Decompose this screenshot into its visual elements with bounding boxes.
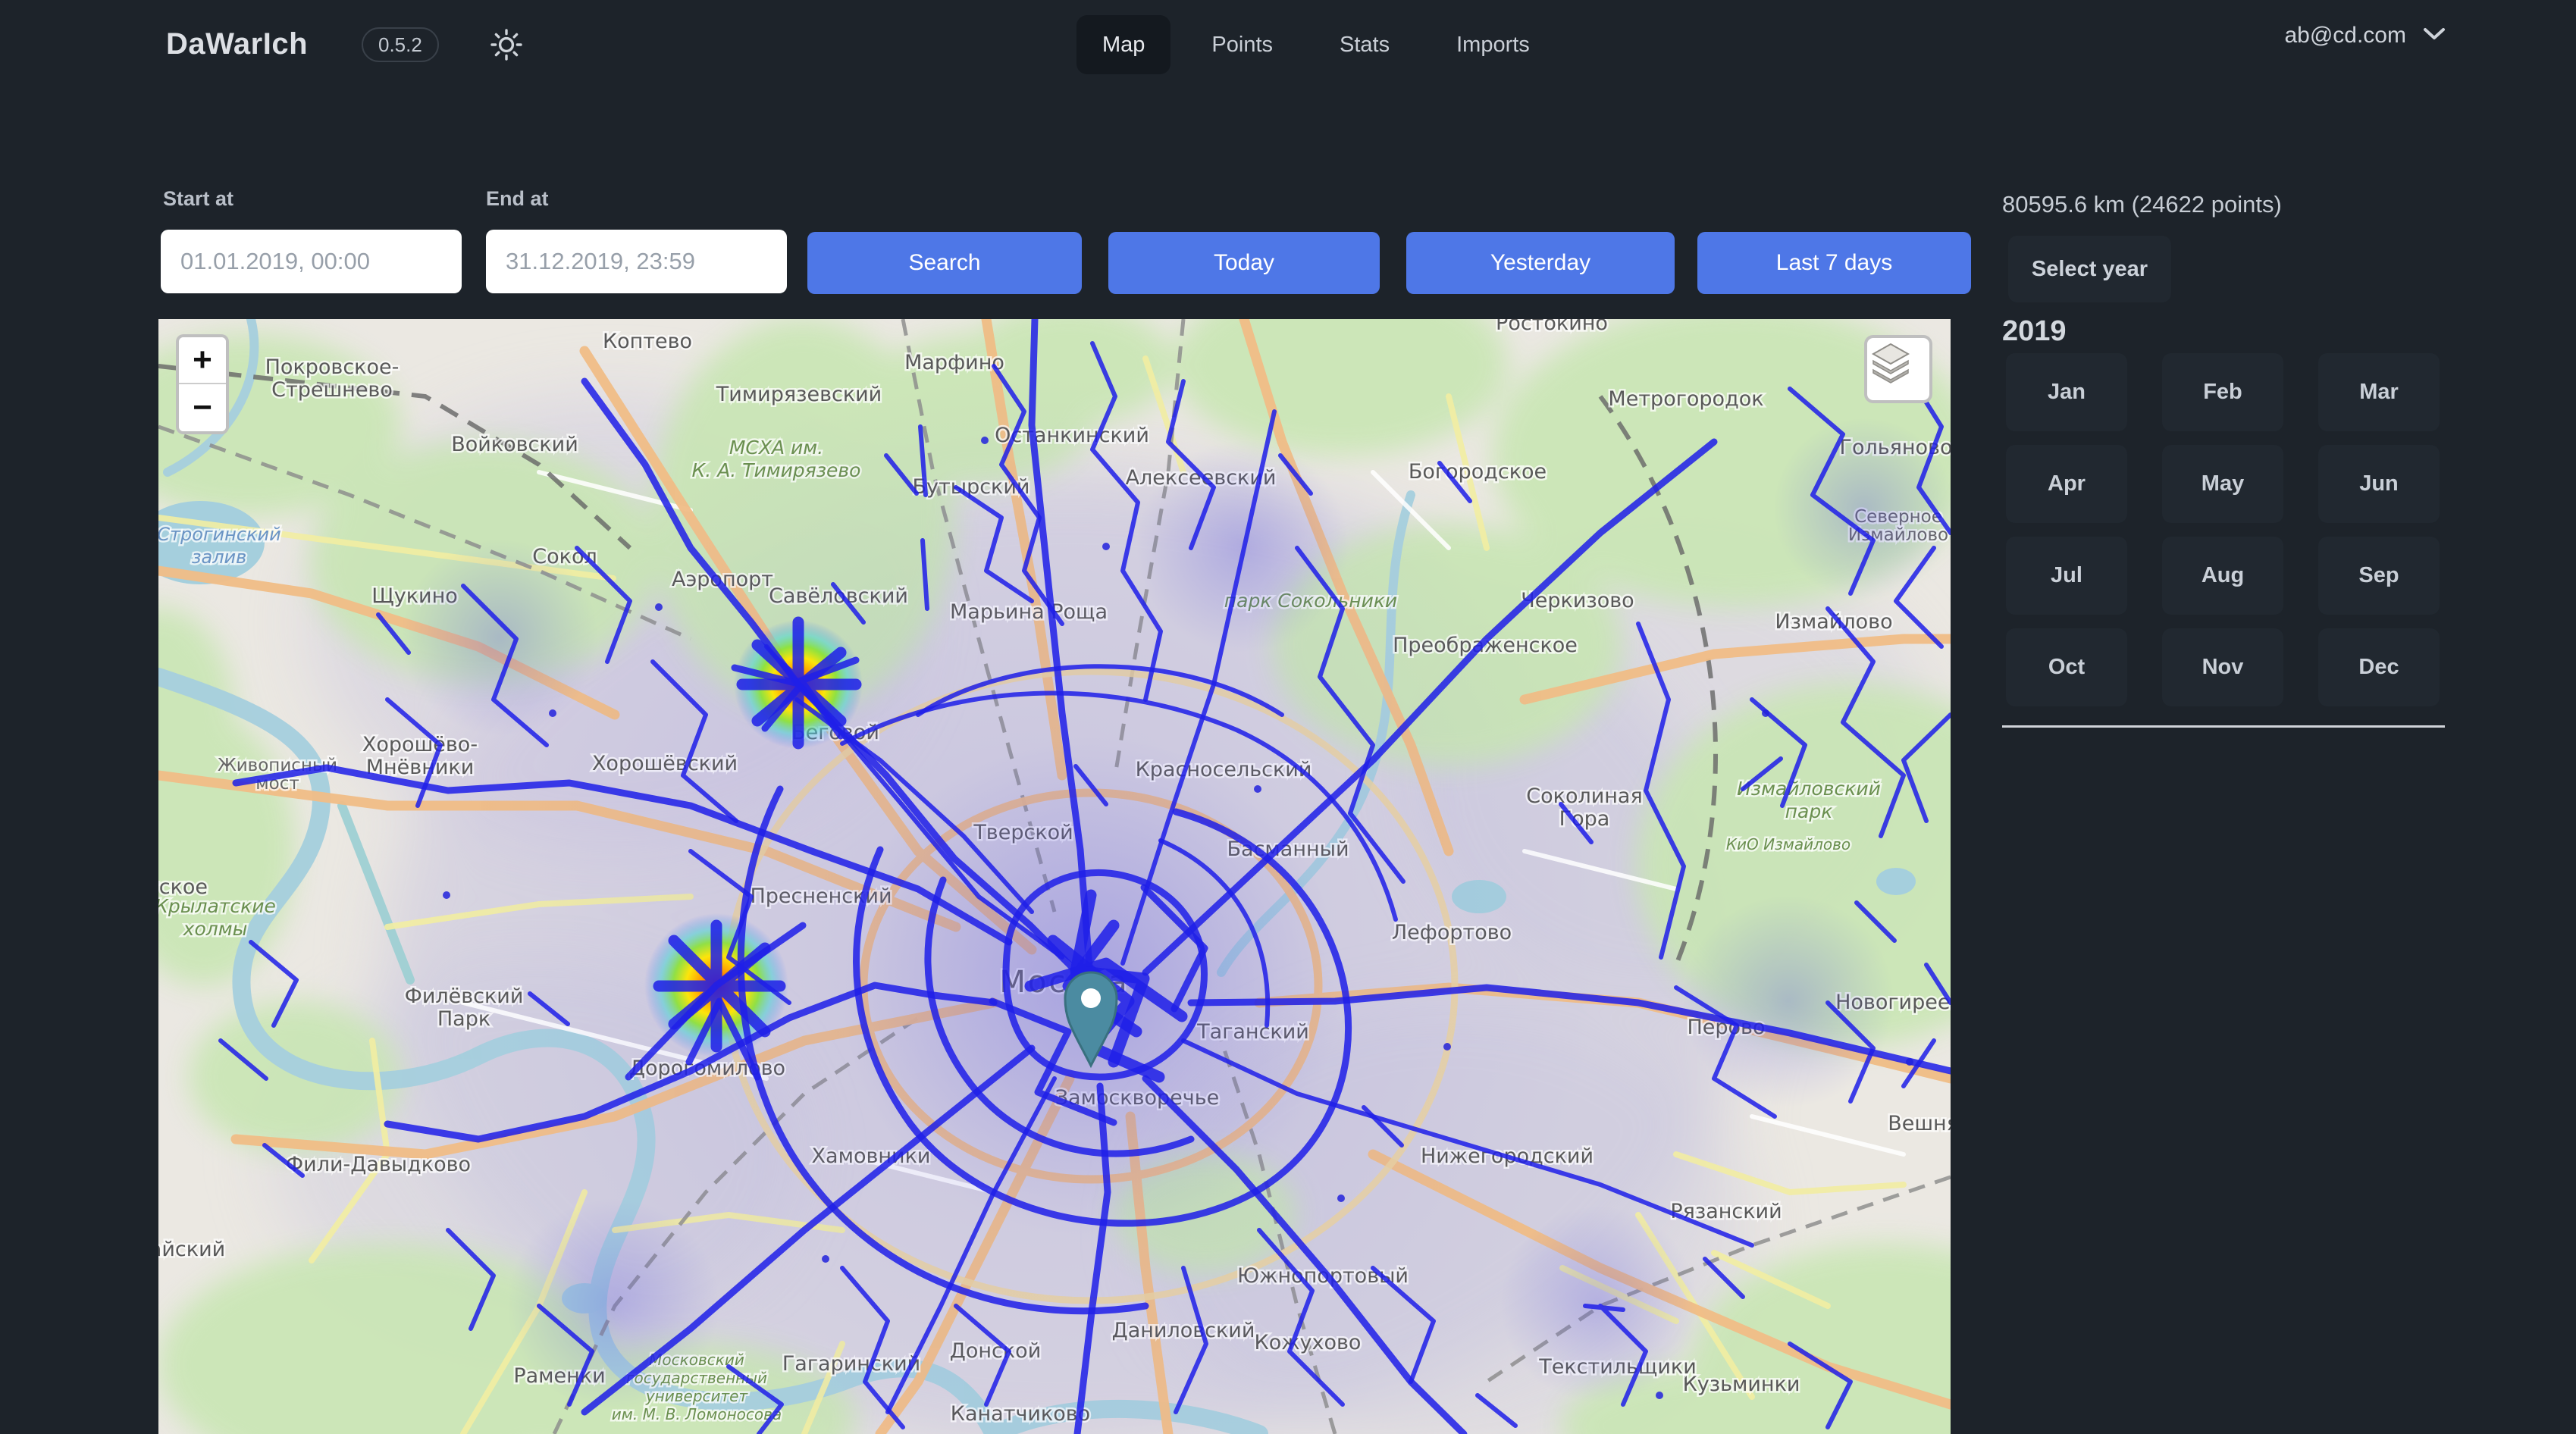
search-button[interactable]: Search [807, 232, 1082, 294]
zoom-out-button[interactable]: − [179, 384, 226, 431]
map-label: Хорошёво-Мнёвники [362, 733, 478, 779]
end-at-label: End at [486, 187, 549, 211]
map-label: Ростокино [1496, 319, 1608, 335]
map-label: Кузьминки [1683, 1373, 1800, 1396]
chevron-down-icon [2423, 27, 2446, 45]
month-button-may[interactable]: May [2162, 445, 2283, 523]
account-menu[interactable]: ab@cd.com [2284, 23, 2446, 49]
panel-divider [2002, 725, 2445, 728]
map-label: Покровское-Стрешнево [265, 355, 400, 402]
tab-map[interactable]: Map [1076, 15, 1170, 74]
start-at-input[interactable] [161, 230, 462, 293]
zoom-control: + − [176, 334, 229, 434]
sun-icon [488, 54, 525, 65]
map-canvas[interactable]: КоптевоПокровское-СтрешневоТимирязевский… [158, 319, 1951, 1434]
month-button-sep[interactable]: Sep [2318, 537, 2440, 615]
month-button-jan[interactable]: Jan [2006, 353, 2127, 431]
select-year-button[interactable]: Select year [2008, 236, 2171, 302]
account-email: ab@cd.com [2284, 23, 2406, 49]
month-button-aug[interactable]: Aug [2162, 537, 2283, 615]
map-label: Богородское [1409, 460, 1547, 484]
map-label: Войковский [451, 433, 578, 456]
map-tiles: КоптевоПокровское-СтрешневоТимирязевский… [158, 319, 1951, 1434]
main-nav: Map Points Stats Imports [1076, 15, 1556, 74]
year-heading: 2019 [2002, 315, 2067, 348]
tab-imports[interactable]: Imports [1431, 15, 1556, 74]
distance-stats: 80595.6 km (24622 points) [2002, 191, 2282, 218]
last-7-days-button[interactable]: Last 7 days [1697, 232, 1971, 294]
tab-points[interactable]: Points [1186, 15, 1299, 74]
app-logo[interactable]: DaWarIch [166, 27, 308, 61]
dawarich-app: DaWarIch 0.5.2 Map Points Stats Imports ab@… [0, 0, 2576, 1434]
month-button-mar[interactable]: Mar [2318, 353, 2440, 431]
navbar: DaWarIch 0.5.2 Map Points Stats Imports ab@… [0, 0, 2576, 89]
tab-stats[interactable]: Stats [1314, 15, 1415, 74]
month-button-oct[interactable]: Oct [2006, 628, 2127, 706]
month-button-apr[interactable]: Apr [2006, 445, 2127, 523]
map-label: КиО Измайлово [1726, 835, 1851, 853]
map-label: айский [158, 1238, 225, 1261]
month-button-nov[interactable]: Nov [2162, 628, 2283, 706]
start-at-label: Start at [163, 187, 233, 211]
month-button-feb[interactable]: Feb [2162, 353, 2283, 431]
zoom-in-button[interactable]: + [179, 337, 226, 384]
map-label: Вешняки [1888, 1112, 1951, 1135]
theme-toggle-button[interactable] [484, 24, 526, 67]
yesterday-button[interactable]: Yesterday [1406, 232, 1675, 294]
month-button-jul[interactable]: Jul [2006, 537, 2127, 615]
month-grid: Jan Feb Mar Apr May Jun Jul Aug Sep Oct Nov Dec [2006, 353, 2446, 706]
month-button-jun[interactable]: Jun [2318, 445, 2440, 523]
map-label: Фили-Давыдково [286, 1153, 471, 1176]
version-badge: 0.5.2 [362, 27, 439, 62]
map-label: тское [158, 875, 208, 899]
map-label: Коптево [603, 330, 692, 353]
layers-control[interactable] [1864, 335, 1932, 403]
today-button[interactable]: Today [1108, 232, 1380, 294]
month-button-dec[interactable]: Dec [2318, 628, 2440, 706]
end-at-input[interactable] [486, 230, 787, 293]
map-label: Метрогородок [1608, 387, 1763, 411]
